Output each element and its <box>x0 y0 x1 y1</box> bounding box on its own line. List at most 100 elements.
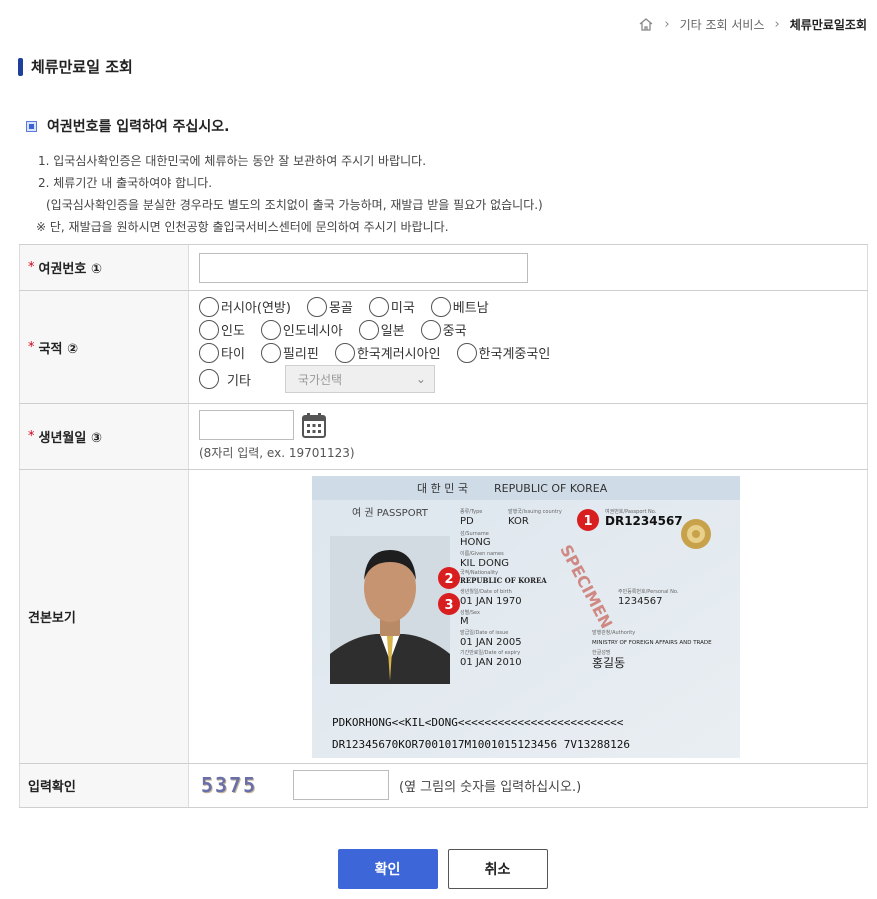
radio-button[interactable] <box>358 319 379 340</box>
bullet-icon <box>26 120 37 132</box>
country-select-placeholder: 국가선택 <box>297 372 343 387</box>
sample-expiry: 01 JAN 2010 <box>460 657 522 668</box>
passport-row: * 여권번호 ① <box>19 245 868 291</box>
sample-given-label: 이름/Given names <box>460 550 504 557</box>
sample-surname-label: 성/Surname <box>460 530 489 537</box>
radio-label: 러시아(연방) <box>221 301 291 316</box>
radio-button[interactable] <box>456 342 477 363</box>
radio-japan[interactable]: 일본 <box>358 319 405 340</box>
radio-line: 기타 국가선택 ⌄ <box>199 364 857 394</box>
sample-value-cell: 대 한 민 국 REPUBLIC OF KOREA 여 권 PASSPORT 종… <box>189 470 868 763</box>
radio-mongolia[interactable]: 몽골 <box>306 296 353 317</box>
radio-button[interactable] <box>260 342 281 363</box>
instruction-line: 2. 체류기간 내 출국하여야 합니다. <box>38 176 213 190</box>
chevron-right-icon: › <box>664 17 670 32</box>
sample-nationality-label: 국적/Nationality <box>460 569 498 576</box>
radio-indonesia[interactable]: 인도네시아 <box>260 319 343 340</box>
sample-country-ko: 대 한 민 국 <box>417 482 468 495</box>
radio-button[interactable] <box>368 296 389 317</box>
radio-india[interactable]: 인도 <box>199 319 245 340</box>
passport-sample-image: 대 한 민 국 REPUBLIC OF KOREA 여 권 PASSPORT 종… <box>312 476 740 758</box>
radio-button[interactable] <box>306 296 327 317</box>
radio-button[interactable] <box>260 319 281 340</box>
instruction-line: (입국심사확인증을 분실한 경우라도 별도의 조치없이 출국 가능하며, 재발급… <box>46 198 543 212</box>
sample-mrz-line2: DR12345670KOR7001017M1001015123456 7V132… <box>332 738 630 751</box>
sample-wrap: 대 한 민 국 REPUBLIC OF KOREA 여 권 PASSPORT 종… <box>189 476 867 758</box>
instruction-line: ※ 단, 재발급을 원하시면 인천공항 출입국서비스센터에 문의하여 주시기 바… <box>36 220 449 234</box>
sample-sex-label: 성별/Sex <box>460 609 480 616</box>
radio-line: 러시아(연방) 몽골 미국 베트남 <box>199 295 857 318</box>
radio-label: 타이 <box>221 347 245 362</box>
sample-type-label: 종류/Type <box>460 509 482 515</box>
sample-expiry-label: 기간만료일/Date of expiry <box>460 649 520 656</box>
sample-sex: M <box>460 616 469 627</box>
sample-passport-no: DR1234567 <box>605 514 683 528</box>
radio-label: 중국 <box>442 324 467 339</box>
captcha-label-cell: 입력확인 <box>19 764 189 807</box>
marker-1-label: 1 <box>583 514 592 529</box>
breadcrumb-level1[interactable]: 기타 조회 서비스 <box>680 16 765 33</box>
radio-button[interactable] <box>199 319 219 340</box>
radio-usa[interactable]: 미국 <box>368 296 415 317</box>
sample-issuing: KOR <box>508 516 529 527</box>
birth-date-input[interactable] <box>199 410 294 440</box>
radio-button[interactable] <box>334 342 355 363</box>
sample-issuing-label: 발행국/Issuing country <box>508 508 562 515</box>
title-accent-bar <box>18 57 23 76</box>
instruction-line: 1. 입국심사확인증은 대한민국에 체류하는 동안 잘 보관하여 주시기 바랍니… <box>38 154 427 168</box>
nationality-label: 국적 ② <box>38 341 78 357</box>
radio-korean-chinese[interactable]: 한국계중국인 <box>456 342 551 363</box>
section-heading: 여권번호를 입력하여 주십시오. <box>26 116 230 136</box>
radio-line: 타이 필리핀 한국계러시아인 한국계중국인 <box>199 341 857 364</box>
radio-russia[interactable]: 러시아(연방) <box>199 296 291 317</box>
confirm-button[interactable]: 확인 <box>337 849 438 889</box>
sample-dob: 01 JAN 1970 <box>460 596 522 607</box>
passport-number-input[interactable] <box>199 253 528 283</box>
passport-value-cell <box>189 245 868 290</box>
sample-label-cell: 견본보기 <box>19 470 189 763</box>
sample-nationality: REPUBLIC OF KOREA <box>460 576 547 585</box>
sample-korean-name: 홍길동 <box>592 656 625 670</box>
home-icon[interactable] <box>638 17 654 32</box>
captcha-image: 5375 <box>201 773 258 797</box>
instructions: 1. 입국심사확인증은 대한민국에 체류하는 동안 잘 보관하여 주시기 바랍니… <box>36 150 543 238</box>
form-table: * 여권번호 ① * 국적 ② 러시아(연방) 몽골 미국 베트남 인도 인도네… <box>19 244 868 808</box>
sample-issue-label: 발급일/Date of issue <box>460 629 508 636</box>
country-select[interactable]: 국가선택 ⌄ <box>284 365 435 393</box>
radio-button[interactable] <box>420 319 441 340</box>
radio-thailand[interactable]: 타이 <box>199 342 245 363</box>
captcha-input[interactable] <box>293 770 389 800</box>
radio-button[interactable] <box>199 342 219 363</box>
page-title-block: 체류만료일 조회 <box>18 56 133 77</box>
radio-vietnam[interactable]: 베트남 <box>430 296 489 317</box>
radio-line: 인도 인도네시아 일본 중국 <box>199 318 857 341</box>
passport-label-cell: * 여권번호 ① <box>19 245 189 290</box>
radio-korean-russian[interactable]: 한국계러시아인 <box>334 342 441 363</box>
marker-2: 2 <box>438 567 460 589</box>
radio-philippines[interactable]: 필리핀 <box>260 342 319 363</box>
radio-button[interactable] <box>199 369 219 389</box>
radio-button[interactable] <box>199 296 219 317</box>
birth-label: 생년월일 ③ <box>38 431 102 446</box>
radio-other[interactable]: 기타 <box>199 369 251 389</box>
radio-label: 필리핀 <box>282 347 319 362</box>
sample-issue: 01 JAN 2005 <box>460 637 522 648</box>
radio-button[interactable] <box>430 296 451 317</box>
nationality-label-cell: * 국적 ② <box>19 291 189 403</box>
radio-china[interactable]: 중국 <box>420 319 467 340</box>
cancel-button[interactable]: 취소 <box>447 849 548 889</box>
nationality-value-cell: 러시아(연방) 몽골 미국 베트남 인도 인도네시아 일본 중국 타이 필리핀 … <box>189 291 868 403</box>
radio-label: 한국계중국인 <box>478 347 551 362</box>
chevron-right-icon: › <box>774 17 780 32</box>
marker-3-label: 3 <box>444 598 453 613</box>
sample-authority-label: 발행관청/Authority <box>592 629 635 636</box>
sample-doc-label: 여 권 PASSPORT <box>352 507 429 519</box>
sample-korean-name-label: 한글성명 <box>592 649 610 656</box>
captcha-row: 입력확인 5375 (옆 그림의 숫자를 입력하십시오.) <box>19 764 868 808</box>
calendar-icon[interactable] <box>302 412 326 438</box>
page-title: 체류만료일 조회 <box>31 58 133 76</box>
birth-label-cell: * 생년월일 ③ <box>19 404 189 469</box>
sample-personal-label: 주민등록번호/Personal No. <box>618 588 679 595</box>
sample-given: KIL DONG <box>460 558 509 569</box>
birth-hint: (8자리 입력, ex. 19701123) <box>199 446 355 460</box>
